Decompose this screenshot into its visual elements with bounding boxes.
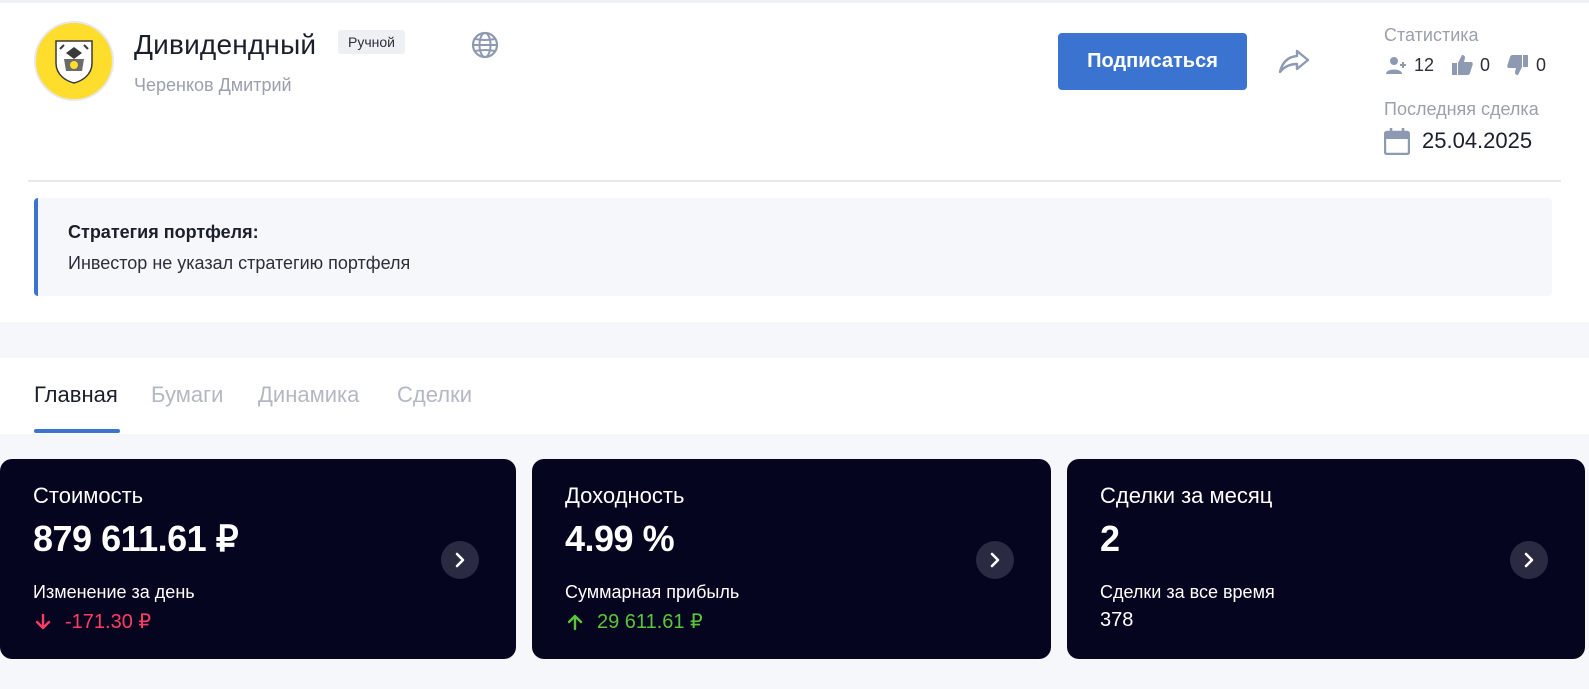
- subscribe-button[interactable]: Подписаться: [1058, 33, 1247, 90]
- tab-dynamics[interactable]: Динамика: [258, 382, 359, 408]
- card-change: 29 611.61 ₽: [565, 609, 703, 634]
- card-main-value: 4.99 %: [565, 518, 675, 559]
- chevron-right-icon: [990, 552, 1000, 568]
- tab-securities[interactable]: Бумаги: [151, 382, 223, 408]
- share-icon[interactable]: [1276, 43, 1312, 79]
- card-change: -171.30 ₽: [33, 609, 151, 634]
- chevron-right-icon: [455, 552, 465, 568]
- card-open-button[interactable]: [441, 541, 479, 579]
- thumbs-down-icon[interactable]: [1506, 53, 1530, 77]
- portfolio-header: Дивидендный Ручной Черенков Дмитрий Подп…: [0, 0, 1589, 322]
- card-label: Стоимость: [33, 483, 144, 508]
- card-yield[interactable]: Доходность 4.99 % Суммарная прибыль 29 6…: [532, 459, 1051, 659]
- card-sublabel: Изменение за день: [33, 582, 195, 602]
- subscribers-count: 12: [1414, 54, 1435, 75]
- thumbs-up-icon[interactable]: [1450, 53, 1474, 77]
- last-deal-date: 25.04.2025: [1422, 128, 1533, 153]
- tab-main[interactable]: Главная: [34, 382, 118, 408]
- card-sublabel: Суммарная прибыль: [565, 582, 740, 602]
- chevron-right-icon: [1524, 552, 1534, 568]
- portfolio-author[interactable]: Черенков Дмитрий: [134, 75, 292, 96]
- portfolio-type-badge: Ручной: [338, 30, 405, 54]
- strategy-text: Инвестор не указал стратегию портфеля: [68, 253, 411, 273]
- card-value[interactable]: Стоимость 879 611.61 ₽ Изменение за день…: [0, 459, 516, 659]
- strategy-label: Стратегия портфеля:: [68, 222, 259, 242]
- card-deals[interactable]: Сделки за месяц 2 Сделки за все время 37…: [1067, 459, 1585, 659]
- card-subvalue: -171.30 ₽: [65, 611, 152, 633]
- card-subvalue: 29 611.61 ₽: [597, 611, 703, 633]
- header-divider: [28, 180, 1561, 182]
- card-label: Доходность: [565, 483, 685, 508]
- stats-row: 12 0 0: [1384, 53, 1562, 77]
- globe-icon[interactable]: [470, 30, 500, 60]
- card-open-button[interactable]: [976, 541, 1014, 579]
- likes-count: 0: [1480, 54, 1491, 75]
- card-sublabel: Сделки за все время: [1100, 582, 1275, 602]
- card-main-value: 879 611.61 ₽: [33, 518, 239, 559]
- card-label: Сделки за месяц: [1100, 483, 1273, 508]
- strategy-box: Стратегия портфеля: Инвестор не указал с…: [34, 198, 1552, 296]
- active-tab-indicator: [34, 429, 120, 433]
- last-deal-row: 25.04.2025: [1384, 127, 1532, 155]
- stats-title: Статистика: [1384, 25, 1479, 45]
- portfolio-title: Дивидендный: [134, 29, 317, 60]
- card-open-button[interactable]: [1510, 541, 1548, 579]
- tabs-bar: Главная Бумаги Динамика Сделки: [0, 358, 1589, 434]
- calendar-icon: [1384, 128, 1410, 155]
- arrow-down-icon: [35, 613, 51, 629]
- subscribers-icon: [1386, 57, 1406, 74]
- tab-deals[interactable]: Сделки: [397, 382, 472, 408]
- bank-crest-icon: [55, 40, 93, 84]
- card-subvalue: 378: [1100, 609, 1134, 631]
- dislikes-count: 0: [1536, 54, 1547, 75]
- portfolio-avatar: [34, 21, 114, 101]
- last-deal-title: Последняя сделка: [1384, 99, 1539, 119]
- arrow-up-icon: [567, 614, 583, 630]
- card-change: 378: [1100, 609, 1133, 632]
- card-main-value: 2: [1100, 518, 1120, 559]
